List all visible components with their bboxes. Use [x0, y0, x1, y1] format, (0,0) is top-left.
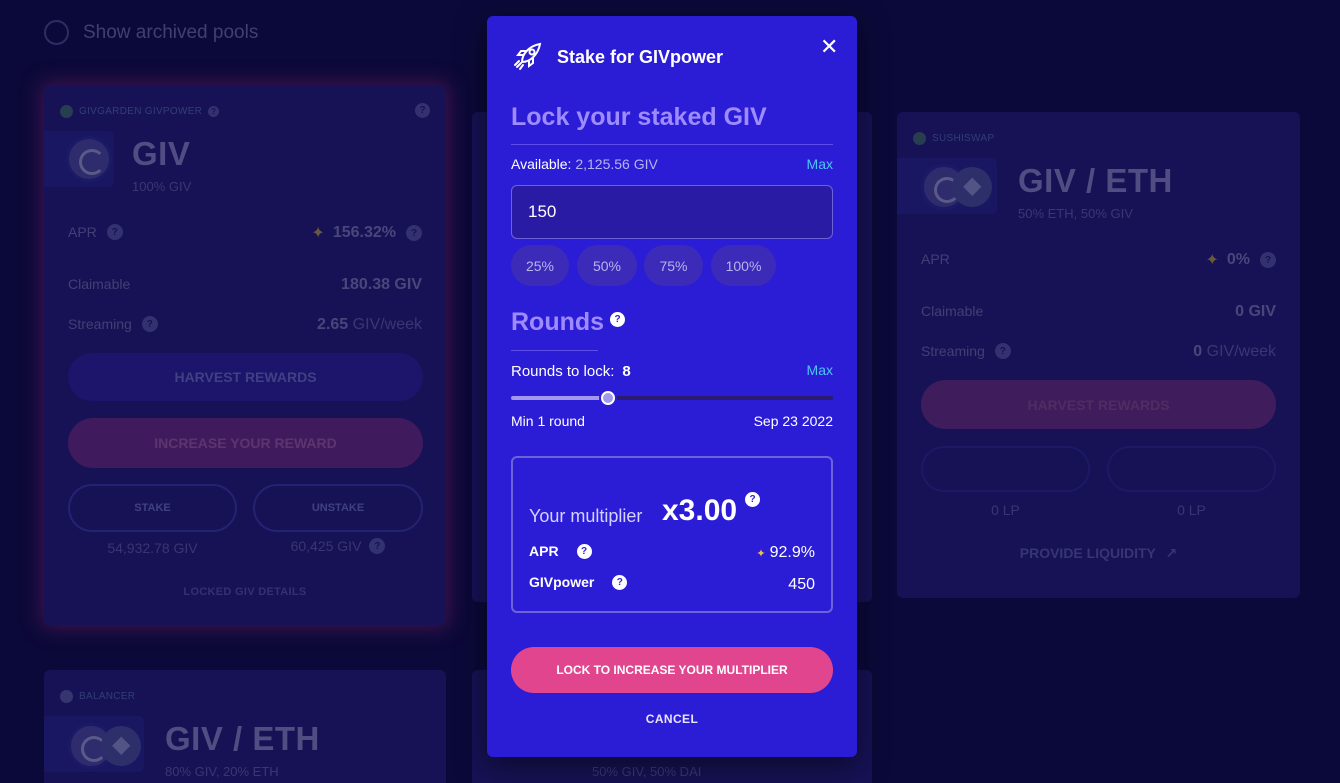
unstake-amount: 0 LP	[1177, 502, 1206, 518]
apr-help-icon[interactable]: ?	[106, 224, 123, 240]
modal-title: Stake for GIVpower	[557, 47, 724, 67]
platform-label: GIVGARDEN GIVPOWER ?	[60, 105, 220, 118]
unstake-help-icon[interactable]: ?	[369, 538, 386, 554]
apr-value: ✦ 92.9%	[756, 544, 815, 561]
stake-amount: 0 LP	[991, 502, 1020, 518]
claimable-label: Claimable	[68, 276, 131, 292]
sparkle-icon: ✦	[1205, 252, 1219, 269]
sparkle-icon: ✦	[756, 548, 766, 560]
platform-label: BALANCER	[60, 690, 135, 703]
lock-button[interactable]: LOCK TO INCREASE YOUR MULTIPLIER	[511, 647, 833, 693]
rounds-help-icon[interactable]: ?	[610, 312, 626, 327]
increase-reward-button[interactable]: INCREASE YOUR REWARD	[68, 418, 423, 468]
streaming-value: 0 GIV/week	[1193, 343, 1276, 360]
givpower-value: 450	[788, 576, 815, 593]
sushiswap-pool-card: SUSHISWAP GIV / ETH 50% ETH, 50% GIV APR…	[897, 112, 1300, 598]
multiplier-label: Your multiplier	[529, 506, 643, 526]
giv-token-icon	[66, 136, 112, 182]
lock-heading: Lock your staked GIV	[511, 103, 767, 131]
harvest-rewards-button[interactable]: HARVEST REWARDS	[68, 353, 423, 401]
apr-value: ✦ 156.32% ?	[311, 223, 422, 243]
rounds-slider[interactable]	[511, 391, 833, 405]
rounds-to-lock: Rounds to lock: 8	[511, 363, 631, 380]
slider-fill	[511, 396, 608, 400]
slider-min-label: Min 1 round	[511, 413, 585, 429]
balancer-icon	[60, 690, 73, 703]
claimable-label: Claimable	[921, 303, 984, 319]
sparkle-icon: ✦	[311, 225, 325, 242]
available-balance: Available: 2,125.56 GIV	[511, 156, 658, 172]
apr-value: ✦ 0% ?	[1205, 250, 1276, 270]
cancel-button[interactable]: CANCEL	[487, 712, 857, 726]
stake-button[interactable]: STAKE	[68, 484, 237, 532]
help-icon[interactable]: ?	[208, 106, 220, 117]
apr-help-icon[interactable]: ?	[576, 543, 592, 559]
multiplier-summary: Your multiplier x3.00 ? APR ? ✦ 92.9% GIV…	[511, 456, 833, 613]
locked-giv-details-link[interactable]: LOCKED GIV DETAILS	[44, 586, 446, 598]
streaming-row-label: Streaming ?	[68, 316, 158, 332]
slider-end-date: Sep 23 2022	[753, 413, 833, 429]
stake-amount-input[interactable]	[511, 185, 833, 239]
help-icon[interactable]: ?	[415, 103, 430, 118]
divider	[511, 144, 833, 145]
stake-amount: 54,932.78 GIV	[107, 540, 198, 556]
percent-100-button[interactable]: 100%	[711, 245, 776, 286]
givpower-help-icon[interactable]: ?	[612, 574, 628, 590]
slider-handle[interactable]	[601, 391, 615, 405]
rounds-heading: Rounds ?	[511, 308, 626, 337]
percent-75-button[interactable]: 75%	[644, 245, 703, 286]
archived-pools-toggle[interactable]: Show archived pools	[44, 20, 258, 45]
archived-radio[interactable]	[44, 20, 69, 45]
rocket-icon	[514, 42, 542, 70]
stake-button[interactable]	[921, 446, 1090, 492]
close-icon[interactable]: ✕	[820, 36, 838, 58]
streaming-help-icon[interactable]: ?	[141, 316, 158, 332]
pool-title: GIV	[132, 135, 191, 172]
pool-subtitle: 80% GIV, 20% ETH	[165, 764, 279, 779]
multiplier-help-icon[interactable]: ?	[745, 492, 760, 507]
pool-subtitle: 50% ETH, 50% GIV	[1018, 206, 1133, 221]
percent-50-button[interactable]: 50%	[577, 245, 637, 286]
givgarden-icon	[60, 105, 73, 118]
percent-25-button[interactable]: 25%	[511, 245, 569, 286]
apr-label: APR ?	[529, 543, 592, 559]
apr-row-label: APR	[921, 251, 950, 267]
platform-label: SUSHISWAP	[913, 132, 994, 145]
balancer-pool-card: BALANCER GIV / ETH 80% GIV, 20% ETH	[44, 670, 446, 783]
eth-token-icon	[952, 167, 992, 207]
eth-token-icon	[101, 726, 141, 766]
sushiswap-icon	[913, 132, 926, 145]
harvest-rewards-button[interactable]: HARVEST REWARDS	[921, 380, 1276, 429]
pool-title: GIV / ETH	[165, 720, 320, 757]
divider	[511, 350, 598, 351]
unstake-button[interactable]: UNSTAKE	[253, 484, 423, 532]
givpower-label: GIVpower ?	[529, 574, 628, 590]
apr-row-label: APR ?	[68, 224, 123, 240]
pool-subtitle: 50% GIV, 50% DAI	[592, 764, 702, 779]
streaming-value: 2.65 GIV/week	[317, 316, 422, 333]
pool-subtitle: 100% GIV	[132, 179, 192, 194]
streaming-help-icon[interactable]: ?	[994, 343, 1011, 359]
apr-info-icon[interactable]: ?	[1260, 252, 1276, 268]
unstake-button[interactable]	[1107, 446, 1276, 492]
max-amount-link[interactable]: Max	[807, 156, 833, 172]
archived-pools-label: Show archived pools	[83, 21, 259, 43]
unstake-amount: 60,425 GIV ?	[253, 538, 423, 554]
streaming-row-label: Streaming ?	[921, 343, 1011, 359]
external-link-icon: ↗	[1165, 545, 1178, 561]
provide-liquidity-link[interactable]: PROVIDE LIQUIDITY ↗	[897, 545, 1300, 562]
apr-info-icon[interactable]: ?	[406, 225, 422, 241]
stake-for-givpower-modal: Stake for GIVpower ✕ Lock your staked GI…	[487, 16, 857, 757]
giv-stake-card: GIVGARDEN GIVPOWER ? ? GIV 100% GIV APR …	[44, 85, 446, 625]
pool-title: GIV / ETH	[1018, 162, 1173, 199]
claimable-value: 180.38 GIV	[341, 276, 422, 293]
claimable-value: 0 GIV	[1235, 303, 1276, 320]
multiplier-value: x3.00	[662, 494, 738, 527]
max-rounds-link[interactable]: Max	[807, 362, 833, 378]
